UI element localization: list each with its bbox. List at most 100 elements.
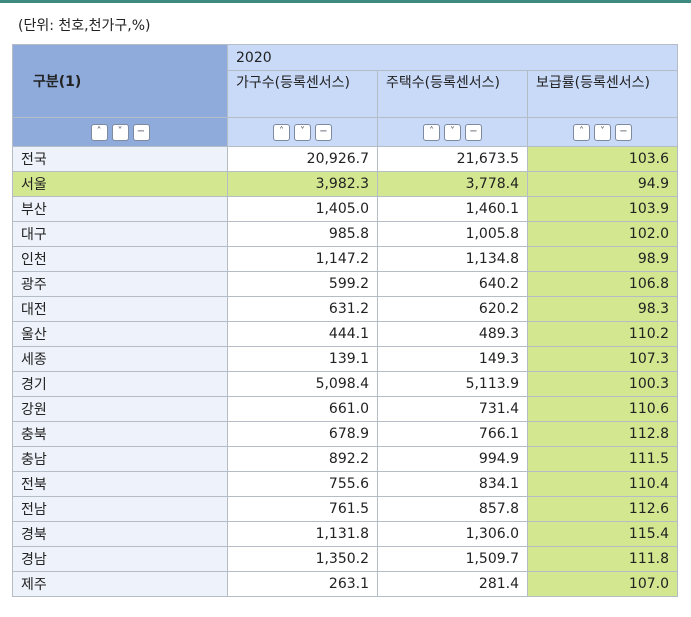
value-cell: 139.1 — [227, 346, 378, 372]
households-sort-controls: ˄ ˅ − — [227, 117, 378, 147]
value-cell: 103.6 — [527, 146, 678, 172]
region-label[interactable]: 인천 — [12, 246, 228, 272]
value-cell: 110.4 — [527, 471, 678, 497]
region-label[interactable]: 충남 — [12, 446, 228, 472]
data-table: 구분(1) 2020 가구수(등록센서스) 주택수(등록센서스) 보급률(등록센… — [12, 44, 678, 597]
value-cell: 1,306.0 — [377, 521, 528, 547]
rate-sort-controls: ˄ ˅ − — [527, 117, 678, 147]
value-cell: 599.2 — [227, 271, 378, 297]
region-label[interactable]: 대구 — [12, 221, 228, 247]
region-label[interactable]: 대전 — [12, 296, 228, 322]
region-label[interactable]: 경북 — [12, 521, 228, 547]
col-rate-header[interactable]: 보급률(등록센서스) — [527, 70, 678, 118]
region-label[interactable]: 전국 — [12, 146, 228, 172]
remove-icon[interactable]: − — [615, 123, 632, 141]
value-cell: 94.9 — [527, 171, 678, 197]
value-cell: 731.4 — [377, 396, 528, 422]
value-cell: 107.3 — [527, 346, 678, 372]
value-cell: 994.9 — [377, 446, 528, 472]
value-cell: 98.9 — [527, 246, 678, 272]
value-cell: 21,673.5 — [377, 146, 528, 172]
region-label[interactable]: 세종 — [12, 346, 228, 372]
region-label[interactable]: 울산 — [12, 321, 228, 347]
table-row: 전국 20,926.7 21,673.5 103.6 — [12, 146, 678, 172]
table-row: 강원 661.0 731.4 110.6 — [12, 396, 678, 422]
table-row: 전북 755.6 834.1 110.4 — [12, 471, 678, 497]
value-cell: 834.1 — [377, 471, 528, 497]
value-cell: 766.1 — [377, 421, 528, 447]
value-cell: 112.6 — [527, 496, 678, 522]
category-header[interactable]: 구분(1) — [12, 44, 228, 118]
remove-icon[interactable]: − — [315, 123, 332, 141]
table-row: 제주 263.1 281.4 107.0 — [12, 571, 678, 597]
value-cell: 755.6 — [227, 471, 378, 497]
region-label[interactable]: 충북 — [12, 421, 228, 447]
table-row: 울산 444.1 489.3 110.2 — [12, 321, 678, 347]
value-cell: 107.0 — [527, 571, 678, 597]
value-cell: 631.2 — [227, 296, 378, 322]
table-row: 전남 761.5 857.8 112.6 — [12, 496, 678, 522]
value-cell: 1,134.8 — [377, 246, 528, 272]
unit-label: (단위: 천호,천가구,%) — [18, 18, 151, 34]
sort-ascending-icon[interactable]: ˄ — [90, 123, 108, 141]
region-label[interactable]: 전남 — [12, 496, 228, 522]
value-cell: 112.8 — [527, 421, 678, 447]
houses-sort-controls: ˄ ˅ − — [377, 117, 528, 147]
value-cell: 110.2 — [527, 321, 678, 347]
col-households-header[interactable]: 가구수(등록센서스) — [227, 70, 378, 118]
value-cell: 1,405.0 — [227, 196, 378, 222]
sort-ascending-icon[interactable]: ˄ — [423, 123, 440, 141]
value-cell: 106.8 — [527, 271, 678, 297]
value-cell: 1,131.8 — [227, 521, 378, 547]
value-cell: 892.2 — [227, 446, 378, 472]
table-row: 부산 1,405.0 1,460.1 103.9 — [12, 196, 678, 222]
col-houses-header[interactable]: 주택수(등록센서스) — [377, 70, 528, 118]
table-row: 대구 985.8 1,005.8 102.0 — [12, 221, 678, 247]
value-cell: 761.5 — [227, 496, 378, 522]
region-label[interactable]: 부산 — [12, 196, 228, 222]
region-label[interactable]: 강원 — [12, 396, 228, 422]
region-label[interactable]: 서울 — [12, 171, 228, 197]
category-sort-controls: ˄ ˅ − — [12, 117, 228, 147]
value-cell: 103.9 — [527, 196, 678, 222]
sort-descending-icon[interactable]: ˅ — [594, 123, 611, 141]
region-label[interactable]: 경남 — [12, 546, 228, 572]
region-label[interactable]: 경기 — [12, 371, 228, 397]
value-cell: 20,926.7 — [227, 146, 378, 172]
value-cell: 100.3 — [527, 371, 678, 397]
value-cell: 263.1 — [227, 571, 378, 597]
table-row: 광주 599.2 640.2 106.8 — [12, 271, 678, 297]
sort-ascending-icon[interactable]: ˄ — [273, 123, 290, 141]
value-cell: 3,778.4 — [377, 171, 528, 197]
value-cell: 111.5 — [527, 446, 678, 472]
value-cell: 678.9 — [227, 421, 378, 447]
value-cell: 1,350.2 — [227, 546, 378, 572]
top-border — [0, 0, 691, 3]
value-cell: 640.2 — [377, 271, 528, 297]
sort-ascending-icon[interactable]: ˄ — [573, 123, 590, 141]
value-cell: 489.3 — [377, 321, 528, 347]
table-row: 인천 1,147.2 1,134.8 98.9 — [12, 246, 678, 272]
value-cell: 1,005.8 — [377, 221, 528, 247]
remove-icon[interactable]: − — [465, 123, 482, 141]
remove-icon[interactable]: − — [132, 123, 150, 141]
value-cell: 1,147.2 — [227, 246, 378, 272]
value-cell: 281.4 — [377, 571, 528, 597]
value-cell: 1,460.1 — [377, 196, 528, 222]
region-label[interactable]: 전북 — [12, 471, 228, 497]
region-label[interactable]: 광주 — [12, 271, 228, 297]
sort-descending-icon[interactable]: ˅ — [444, 123, 461, 141]
table-row: 대전 631.2 620.2 98.3 — [12, 296, 678, 322]
sort-descending-icon[interactable]: ˅ — [111, 123, 129, 141]
value-cell: 857.8 — [377, 496, 528, 522]
value-cell: 110.6 — [527, 396, 678, 422]
value-cell: 5,098.4 — [227, 371, 378, 397]
region-label[interactable]: 제주 — [12, 571, 228, 597]
value-cell: 102.0 — [527, 221, 678, 247]
value-cell: 5,113.9 — [377, 371, 528, 397]
year-header: 2020 — [227, 44, 678, 71]
value-cell: 985.8 — [227, 221, 378, 247]
table-row: 경북 1,131.8 1,306.0 115.4 — [12, 521, 678, 547]
value-cell: 149.3 — [377, 346, 528, 372]
sort-descending-icon[interactable]: ˅ — [294, 123, 311, 141]
